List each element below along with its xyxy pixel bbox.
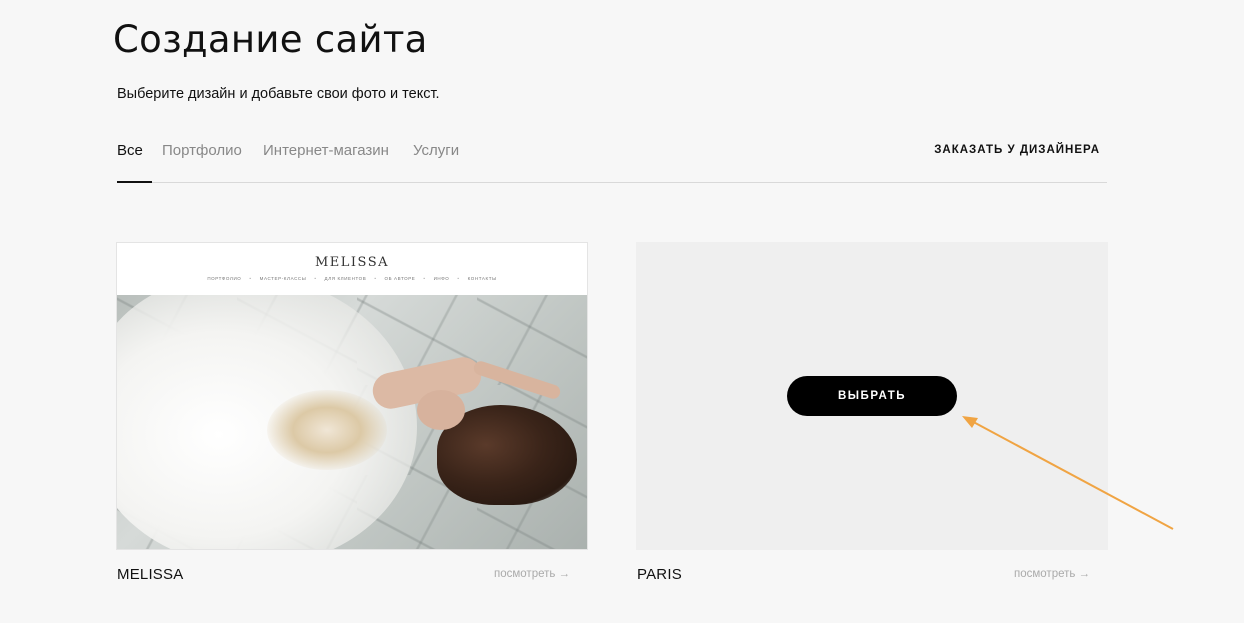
template-card-melissa[interactable]: MELISSA ПОРТФОЛИО • МАСТЕР-КЛАССЫ • ДЛЯ … bbox=[116, 242, 588, 550]
page-title: Создание сайта bbox=[113, 18, 428, 61]
view-template-link-paris[interactable]: посмотреть → bbox=[1014, 568, 1090, 580]
tab-portfolio[interactable]: Портфолио bbox=[162, 142, 242, 159]
preview-nav-item: ОБ АВТОРЕ bbox=[384, 276, 416, 281]
preview-nav-item: ДЛЯ КЛИЕНТОВ bbox=[324, 276, 367, 281]
preview-nav: ПОРТФОЛИО • МАСТЕР-КЛАССЫ • ДЛЯ КЛИЕНТОВ… bbox=[117, 276, 587, 281]
category-tabs: Все Портфолио Интернет-магазин Услуги ЗА… bbox=[117, 140, 1107, 183]
choose-template-button[interactable]: ВЫБРАТЬ bbox=[787, 376, 957, 416]
preview-nav-item: ИНФО bbox=[433, 276, 450, 281]
active-tab-indicator bbox=[117, 181, 152, 183]
nav-separator: • bbox=[314, 276, 317, 281]
template-card-paris[interactable]: ВЫБРАТЬ bbox=[636, 242, 1108, 550]
tab-online-store[interactable]: Интернет-магазин bbox=[263, 142, 389, 159]
preview-logo: MELISSA bbox=[314, 255, 390, 270]
template-name-melissa: MELISSA bbox=[117, 566, 184, 583]
bodice-shape bbox=[267, 390, 387, 470]
preview-nav-item: ПОРТФОЛИО bbox=[207, 276, 242, 281]
order-designer-link[interactable]: ЗАКАЗАТЬ У ДИЗАЙНЕРА bbox=[934, 144, 1100, 156]
preview-photo bbox=[117, 295, 587, 549]
face-shape bbox=[417, 390, 465, 430]
page-subtitle: Выберите дизайн и добавьте свои фото и т… bbox=[117, 86, 440, 102]
nav-separator: • bbox=[374, 276, 377, 281]
tab-services[interactable]: Услуги bbox=[413, 142, 459, 159]
nav-separator: • bbox=[457, 276, 460, 281]
template-name-paris: PARIS bbox=[637, 566, 682, 583]
tab-all[interactable]: Все bbox=[117, 142, 143, 159]
preview-nav-item: КОНТАКТЫ bbox=[467, 276, 497, 281]
view-template-link-melissa[interactable]: посмотреть → bbox=[494, 568, 570, 580]
nav-separator: • bbox=[423, 276, 426, 281]
preview-site-header: MELISSA ПОРТФОЛИО • МАСТЕР-КЛАССЫ • ДЛЯ … bbox=[117, 243, 587, 295]
preview-nav-item: МАСТЕР-КЛАССЫ bbox=[259, 276, 307, 281]
nav-separator: • bbox=[249, 276, 252, 281]
